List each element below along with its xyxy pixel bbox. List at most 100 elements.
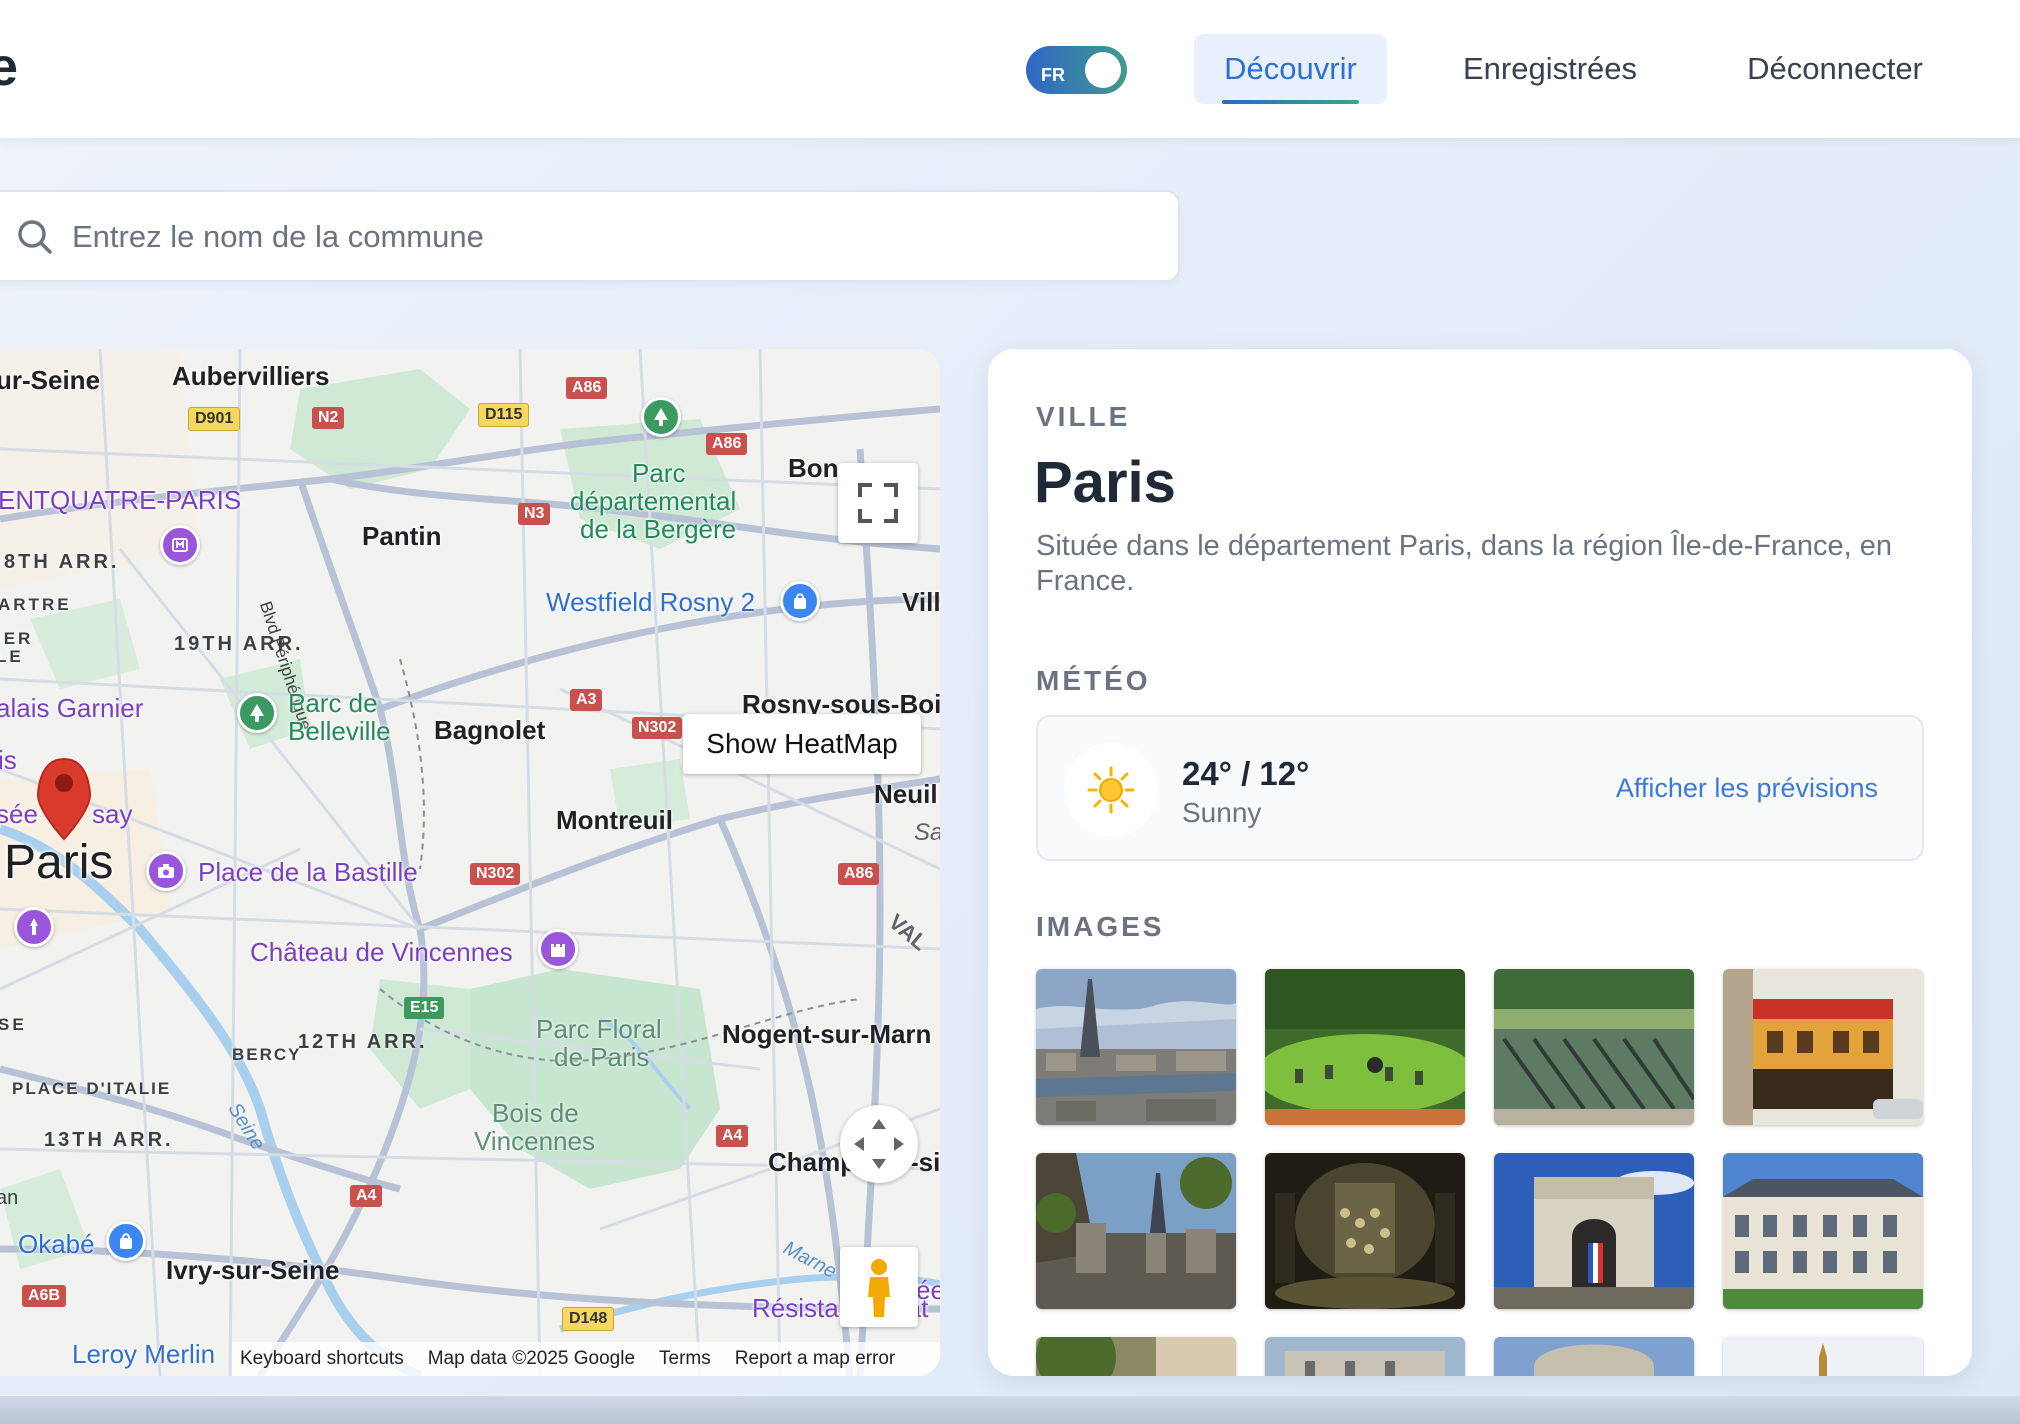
map-label: départemental <box>570 486 737 516</box>
section-label-images: IMAGES <box>1036 911 1165 942</box>
road-shield: N2 <box>312 407 345 429</box>
sun-icon <box>1087 766 1135 814</box>
show-heatmap-button[interactable]: Show HeatMap <box>683 714 921 774</box>
park-icon[interactable] <box>237 693 277 733</box>
map-label: de Paris <box>554 1042 650 1072</box>
map-label: ée <box>916 1275 940 1305</box>
map-label: Château de Vincennes <box>250 937 513 967</box>
show-forecast-link[interactable]: Afficher les prévisions <box>1616 773 1878 804</box>
park-icon[interactable] <box>641 397 681 437</box>
map-label: ENTQUATRE-PARIS <box>0 485 242 515</box>
road-shield: A3 <box>570 689 603 711</box>
map-label: de la Bergère <box>580 514 737 544</box>
map-label: Aubervilliers <box>172 361 330 391</box>
map-label: Place de la Bastille <box>198 857 418 887</box>
logout-link[interactable]: Déconnecter <box>1726 34 1944 104</box>
gallery-image[interactable] <box>1494 969 1694 1125</box>
map-label: 13TH ARR. <box>44 1129 174 1151</box>
gallery-image[interactable] <box>1723 1153 1923 1309</box>
map-attribution-bar: Keyboard shortcuts Map data ©2025 Google… <box>232 1342 940 1376</box>
road-shield: D115 <box>478 403 530 427</box>
gallery-image[interactable] <box>1036 969 1236 1125</box>
castle-icon[interactable] <box>538 929 578 969</box>
map-label: Parc de <box>288 688 378 718</box>
section-label-ville: VILLE <box>1036 401 1131 432</box>
map-label: 8TH ARR. <box>4 551 120 573</box>
map-label: Bon <box>788 453 839 483</box>
top-navigation-bar: e FR Découvrir Enregistrées Déconnecter <box>0 0 2020 138</box>
map-label: Montreuil <box>556 805 673 835</box>
road-shield: D148 <box>562 1307 615 1331</box>
map-label: Vill <box>902 587 940 617</box>
nav-tab-discover[interactable]: Découvrir <box>1194 34 1387 104</box>
map-label: BERCY <box>232 1045 302 1064</box>
gallery-image[interactable] <box>1494 1153 1694 1309</box>
active-tab-indicator <box>1222 100 1359 104</box>
map-label: Pantin <box>362 521 442 551</box>
fullscreen-button[interactable] <box>838 463 918 543</box>
map-label: Parc Floral <box>536 1014 662 1044</box>
city-search-input[interactable] <box>72 212 1152 262</box>
map-label: Okabé <box>18 1229 95 1259</box>
road-shield: N302 <box>470 863 521 885</box>
road-shield: D901 <box>188 407 241 431</box>
road-shield: N3 <box>518 503 551 525</box>
terms-link[interactable]: Terms <box>659 1348 711 1370</box>
gallery-image[interactable] <box>1265 1337 1465 1376</box>
gallery-image[interactable] <box>1723 969 1923 1125</box>
map-label: Belleville <box>288 716 391 746</box>
map-label: PLACE D'ITALIE <box>12 1079 172 1098</box>
nav-tab-discover-label: Découvrir <box>1224 51 1357 86</box>
language-toggle-label: FR <box>1041 65 1065 85</box>
app-logo-text[interactable]: e <box>0 36 18 98</box>
street-view-pegman[interactable] <box>840 1247 918 1327</box>
monument-icon[interactable] <box>14 907 54 947</box>
nav-tab-saved[interactable]: Enregistrées <box>1440 34 1660 104</box>
map-label: IER <box>0 629 34 648</box>
city-info-card: VILLE Paris Située dans le département P… <box>988 349 1972 1376</box>
fullscreen-icon <box>858 483 898 523</box>
road-shield: A86 <box>566 377 608 399</box>
map-label: ur-Seine <box>0 365 101 395</box>
city-name: Paris <box>1034 450 1176 515</box>
map-label: alais Garnier <box>0 693 144 723</box>
map-label: Ivry-sur-Seine <box>166 1255 340 1285</box>
keyboard-shortcuts-link[interactable]: Keyboard shortcuts <box>240 1348 404 1370</box>
gallery-image[interactable] <box>1723 1337 1923 1376</box>
museum-icon[interactable] <box>160 525 200 565</box>
pan-arrows-icon <box>854 1119 904 1169</box>
weather-icon-container <box>1064 743 1158 837</box>
map-label: sée <box>0 799 38 829</box>
image-gallery <box>1036 969 1924 1376</box>
pegman-icon <box>868 1259 890 1317</box>
gallery-image[interactable] <box>1494 1337 1694 1376</box>
map-label: is <box>0 745 17 775</box>
map-pan-control[interactable] <box>840 1105 918 1183</box>
road-shield: A86 <box>706 433 748 455</box>
road-shield: E15 <box>404 997 445 1019</box>
map-label: Sa <box>914 819 940 846</box>
map-label: ARTRE <box>0 595 72 614</box>
map-label: Westfield Rosny 2 <box>546 587 756 617</box>
map-label: Bois de <box>492 1098 579 1128</box>
map-label: Parc <box>632 458 686 488</box>
road-shield: N302 <box>632 717 683 739</box>
road-shield: A4 <box>350 1185 383 1207</box>
road-shield: A6B <box>22 1285 67 1307</box>
gallery-image[interactable] <box>1036 1337 1236 1376</box>
shopping-bag-icon[interactable] <box>106 1221 146 1261</box>
camera-icon[interactable] <box>146 851 186 891</box>
road-shield: A4 <box>716 1125 749 1147</box>
google-map[interactable]: ur-Seine Aubervilliers ENTQUATRE-PARIS 8… <box>0 349 940 1376</box>
gallery-image[interactable] <box>1265 1153 1465 1309</box>
weather-panel: 24° / 12° Sunny Afficher les prévisions <box>1036 715 1924 861</box>
map-label: Nogent-sur-Marn <box>722 1019 932 1049</box>
city-description: Située dans le département Paris, dans l… <box>1036 530 1892 597</box>
report-error-link[interactable]: Report a map error <box>735 1348 896 1370</box>
weather-condition: Sunny <box>1182 797 1262 828</box>
map-data-text: Map data ©2025 Google <box>427 1348 636 1369</box>
gallery-image[interactable] <box>1265 969 1465 1125</box>
language-toggle[interactable]: FR <box>1026 46 1127 94</box>
shopping-bag-icon[interactable] <box>780 581 820 621</box>
gallery-image[interactable] <box>1036 1153 1236 1309</box>
